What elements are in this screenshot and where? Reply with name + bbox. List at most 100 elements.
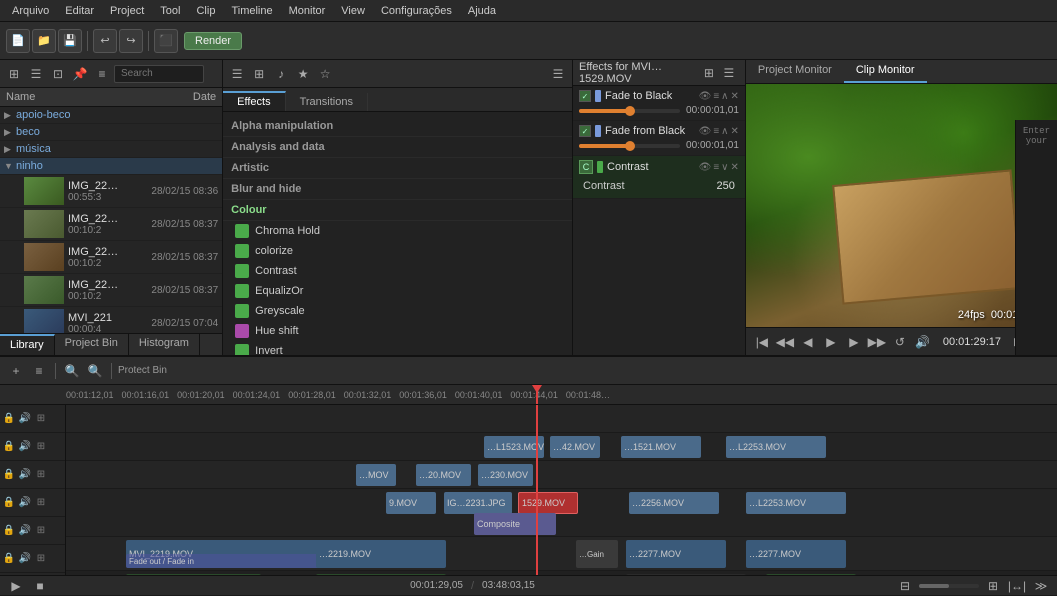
play-beginning-btn[interactable]: |◀ <box>752 332 772 352</box>
audio-icon[interactable]: 🔊 <box>18 524 32 538</box>
lock-icon[interactable]: 🔒 <box>2 468 16 482</box>
clip-block[interactable]: …230.MOV <box>478 464 533 486</box>
tree-folder-beco[interactable]: ▶ beco <box>0 124 222 141</box>
undo-button[interactable]: ↩ <box>93 29 117 53</box>
delete-icon[interactable]: ✕ <box>730 91 738 102</box>
tree-item[interactable]: IMG_22… 00:10:2 28/02/15 08:37 <box>0 274 222 307</box>
add-track-btn[interactable]: + <box>6 361 26 381</box>
audio-icon[interactable]: 🔊 <box>18 412 32 426</box>
lock-icon[interactable]: 🔒 <box>2 524 16 538</box>
search-input[interactable] <box>114 65 204 83</box>
play-forward-btn[interactable]: ▶▶ <box>867 332 887 352</box>
step-back-btn[interactable]: ◀ <box>798 332 818 352</box>
menu-configuracoes[interactable]: Configurações <box>373 3 460 19</box>
expand-icon[interactable]: ∨ <box>721 162 728 173</box>
effect-item-greyscale[interactable]: Greyscale <box>223 301 572 321</box>
effect-item-chroma-hold[interactable]: Chroma Hold <box>223 221 572 241</box>
audio-icon[interactable]: 🔊 <box>18 468 32 482</box>
clip-block[interactable]: …2277.MOV <box>746 540 846 568</box>
new-button[interactable]: 📄 <box>6 29 30 53</box>
effect-slider[interactable] <box>579 109 680 113</box>
menu-monitor[interactable]: Monitor <box>281 3 334 19</box>
save-button[interactable]: 💾 <box>58 29 82 53</box>
list-btn[interactable]: ☰ <box>227 64 247 84</box>
volume-btn[interactable]: 🔊 <box>913 332 933 352</box>
track-options-icon[interactable]: ⊞ <box>34 552 48 566</box>
star-btn[interactable]: ★ <box>293 64 313 84</box>
tab-project-monitor[interactable]: Project Monitor <box>746 60 844 83</box>
tree-folder-ninho[interactable]: ▼ ninho <box>0 158 222 175</box>
audio-btn[interactable]: ♪ <box>271 64 291 84</box>
clip-block-audio[interactable]: …2277.MOV <box>766 574 856 575</box>
track-options-icon[interactable]: ⊞ <box>34 412 48 426</box>
new-folder-btn[interactable]: ⊞ <box>4 64 24 84</box>
open-button[interactable]: 📁 <box>32 29 56 53</box>
clip-block[interactable]: …L1523.MOV <box>484 436 544 458</box>
clip-block[interactable]: IG…2231.JPG <box>444 492 512 514</box>
tab-histogram[interactable]: Histogram <box>129 334 200 355</box>
zoom-in-btn[interactable]: 🔍 <box>85 361 105 381</box>
delete-icon[interactable]: ✕ <box>730 162 738 173</box>
tree-folder-musica[interactable]: ▶ música <box>0 141 222 158</box>
star2-btn[interactable]: ☆ <box>315 64 335 84</box>
effect-enable-check[interactable]: ✓ <box>579 90 591 102</box>
track-options-icon[interactable]: ⊞ <box>34 496 48 510</box>
clip-block[interactable]: …L2253.MOV <box>746 492 846 514</box>
clip-block-audio[interactable]: …2219.MOV <box>316 574 446 575</box>
clip-block-active[interactable]: 1529.MOV <box>518 492 578 514</box>
settings-icon[interactable]: ≡ <box>713 91 719 102</box>
tab-project-bin[interactable]: Project Bin <box>55 334 129 355</box>
pin-btn[interactable]: 📌 <box>70 64 90 84</box>
clip-block[interactable]: …Gain <box>576 540 618 568</box>
effect-item-colorize[interactable]: colorize <box>223 241 572 261</box>
list-view-btn[interactable]: ☰ <box>26 64 46 84</box>
menu-arquivo[interactable]: Arquivo <box>4 3 57 19</box>
render-button[interactable]: Render <box>184 32 242 50</box>
menu-btn[interactable]: ≡ <box>92 64 112 84</box>
zoom-out-btn[interactable]: 🔍 <box>62 361 82 381</box>
eye-icon[interactable]: 👁 <box>699 162 712 173</box>
clip-block[interactable]: …2277.MOV <box>626 540 726 568</box>
tree-item[interactable]: IMG_22… 00:10:2 28/02/15 08:37 <box>0 208 222 241</box>
slider-handle[interactable] <box>625 141 635 151</box>
tab-effects[interactable]: Effects <box>223 91 285 111</box>
loop-btn[interactable]: ↺ <box>890 332 910 352</box>
slider-handle[interactable] <box>625 106 635 116</box>
effects-expand-btn[interactable]: ⊞ <box>699 63 719 83</box>
tab-library[interactable]: Library <box>0 334 55 355</box>
timeline-play-btn[interactable]: ▶ <box>6 576 26 596</box>
clip-block-composite[interactable]: Composite <box>474 513 556 535</box>
expand-icon[interactable]: ∧ <box>721 91 728 102</box>
tab-transitions[interactable]: Transitions <box>286 93 368 111</box>
audio-icon[interactable]: 🔊 <box>18 552 32 566</box>
lock-icon[interactable]: 🔒 <box>2 496 16 510</box>
effect-enable-check[interactable]: C <box>579 160 593 174</box>
tree-folder-apoio-beco[interactable]: ▶ apoio-beco <box>0 107 222 124</box>
track-options-icon[interactable]: ⊞ <box>34 468 48 482</box>
play-btn[interactable]: ▶ <box>821 332 841 352</box>
menu-ajuda[interactable]: Ajuda <box>460 3 504 19</box>
step-forward-btn[interactable]: ▶ <box>844 332 864 352</box>
settings-icon[interactable]: ≡ <box>713 126 719 137</box>
timeline-zoom-slider-btn[interactable]: ⊟ <box>895 576 915 596</box>
track-options-icon[interactable]: ⊞ <box>34 524 48 538</box>
clip-block[interactable]: …MOV <box>356 464 396 486</box>
menu-timeline[interactable]: Timeline <box>223 3 280 19</box>
menu-tool[interactable]: Tool <box>152 3 188 19</box>
menu-editar[interactable]: Editar <box>57 3 102 19</box>
tab-clip-monitor[interactable]: Clip Monitor <box>844 60 927 83</box>
grid-btn[interactable]: ⊞ <box>249 64 269 84</box>
clip-block-audio[interactable]: MVI_2219.MOV <box>126 574 261 575</box>
timeline-zoom-plus-btn[interactable]: ⊞ <box>983 576 1003 596</box>
menu-view[interactable]: View <box>333 3 373 19</box>
clip-block[interactable]: …42.MOV <box>550 436 600 458</box>
eye-icon[interactable]: 👁 <box>699 91 712 102</box>
effects-close-btn[interactable]: ☰ <box>719 63 739 83</box>
clip-block[interactable]: …2256.MOV <box>629 492 719 514</box>
clip-block[interactable]: …2219.MOV <box>316 540 446 568</box>
tree-item[interactable]: IMG_22… 00:10:2 28/02/15 08:37 <box>0 241 222 274</box>
lock-icon[interactable]: 🔒 <box>2 552 16 566</box>
timeline-menu-btn[interactable]: ≡ <box>29 361 49 381</box>
clip-block[interactable]: …1521.MOV <box>621 436 701 458</box>
effect-item-hue-shift[interactable]: Hue shift <box>223 321 572 341</box>
